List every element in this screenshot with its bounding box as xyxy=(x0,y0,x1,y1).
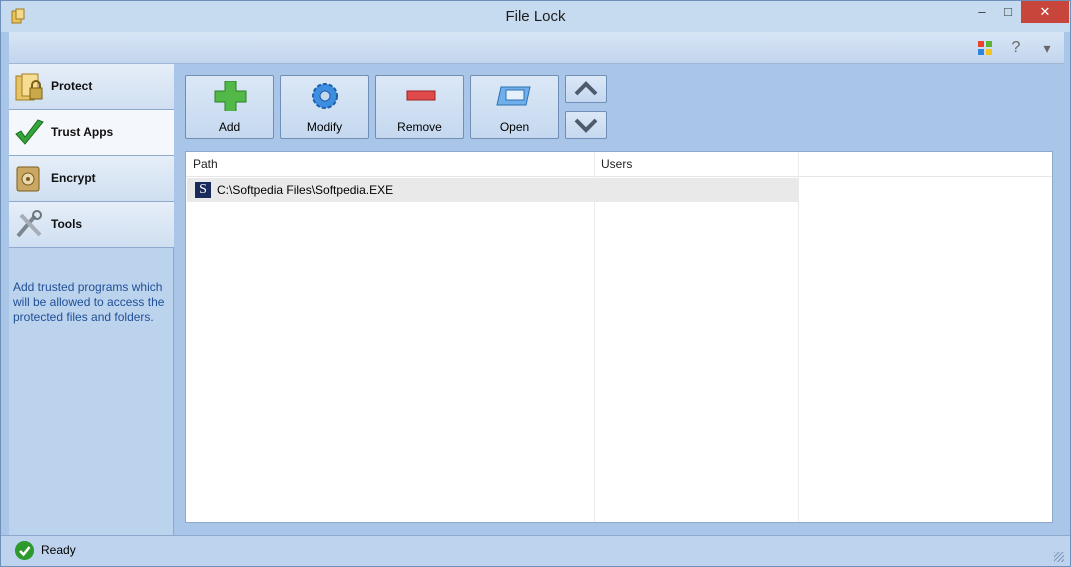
add-button[interactable]: Add xyxy=(185,75,274,139)
dropdown-icon[interactable]: ▾ xyxy=(1039,40,1055,56)
sidebar-item-label: Protect xyxy=(51,79,93,93)
minus-icon xyxy=(406,90,436,101)
chevron-down-icon xyxy=(574,118,598,133)
help-icon[interactable]: ? xyxy=(1008,40,1024,56)
open-window-icon xyxy=(496,86,531,106)
sidebar: Protect Trust Apps Encrypt Tools Add tru… xyxy=(9,64,174,535)
minimize-button[interactable]: – xyxy=(969,1,995,23)
title-bar: File Lock – □ ✕ xyxy=(1,1,1070,32)
sidebar-item-label: Tools xyxy=(51,217,83,231)
sidebar-item-trust-apps[interactable]: Trust Apps xyxy=(9,110,174,156)
open-button[interactable]: Open xyxy=(470,75,559,139)
resize-grip[interactable] xyxy=(1054,552,1064,562)
top-strip: ? ▾ xyxy=(9,32,1064,64)
column-divider xyxy=(798,152,799,522)
trusted-apps-table[interactable]: Path Users S C:\Softpedia Files\Softpedi… xyxy=(185,151,1053,523)
plus-icon xyxy=(214,81,247,111)
add-label: Add xyxy=(218,120,241,134)
column-divider xyxy=(594,152,595,522)
folder-lock-icon xyxy=(15,73,43,101)
app-window: File Lock – □ ✕ ? ▾ Protect Trust Apps E… xyxy=(0,0,1071,567)
main-panel: Add Modify Remove Open Path Users S C:\S… xyxy=(174,64,1064,535)
table-row[interactable]: S C:\Softpedia Files\Softpedia.EXE xyxy=(187,178,799,202)
exe-file-icon: S xyxy=(195,182,211,198)
status-bar: Ready xyxy=(1,535,1070,566)
modify-button[interactable]: Modify xyxy=(280,75,369,139)
sidebar-item-tools[interactable]: Tools xyxy=(9,202,174,248)
column-header-empty xyxy=(798,152,1052,177)
column-header-path[interactable]: Path xyxy=(186,152,594,177)
sidebar-item-encrypt[interactable]: Encrypt xyxy=(9,156,174,202)
column-header-users[interactable]: Users xyxy=(594,152,798,177)
tools-icon xyxy=(16,210,42,238)
modify-label: Modify xyxy=(306,120,343,134)
ready-check-icon xyxy=(15,541,34,560)
close-button[interactable]: ✕ xyxy=(1021,1,1069,23)
table-cell-path: C:\Softpedia Files\Softpedia.EXE xyxy=(217,183,394,197)
sidebar-hint-text: Add trusted programs which will be allow… xyxy=(13,280,165,324)
windows-logo-icon[interactable] xyxy=(977,40,993,56)
sidebar-item-label: Trust Apps xyxy=(51,125,114,139)
move-down-button[interactable] xyxy=(565,111,607,139)
safe-icon xyxy=(16,166,40,192)
sidebar-item-label: Encrypt xyxy=(51,171,96,185)
status-text: Ready xyxy=(41,543,76,557)
open-label: Open xyxy=(499,120,530,134)
sidebar-item-protect[interactable]: Protect xyxy=(9,64,174,110)
move-up-button[interactable] xyxy=(565,75,607,103)
maximize-button[interactable]: □ xyxy=(995,1,1021,23)
chevron-up-icon xyxy=(574,81,598,96)
gear-icon xyxy=(312,83,338,109)
remove-label: Remove xyxy=(397,120,442,134)
checkmark-icon xyxy=(15,119,44,145)
window-title: File Lock xyxy=(505,8,566,25)
remove-button[interactable]: Remove xyxy=(375,75,464,139)
